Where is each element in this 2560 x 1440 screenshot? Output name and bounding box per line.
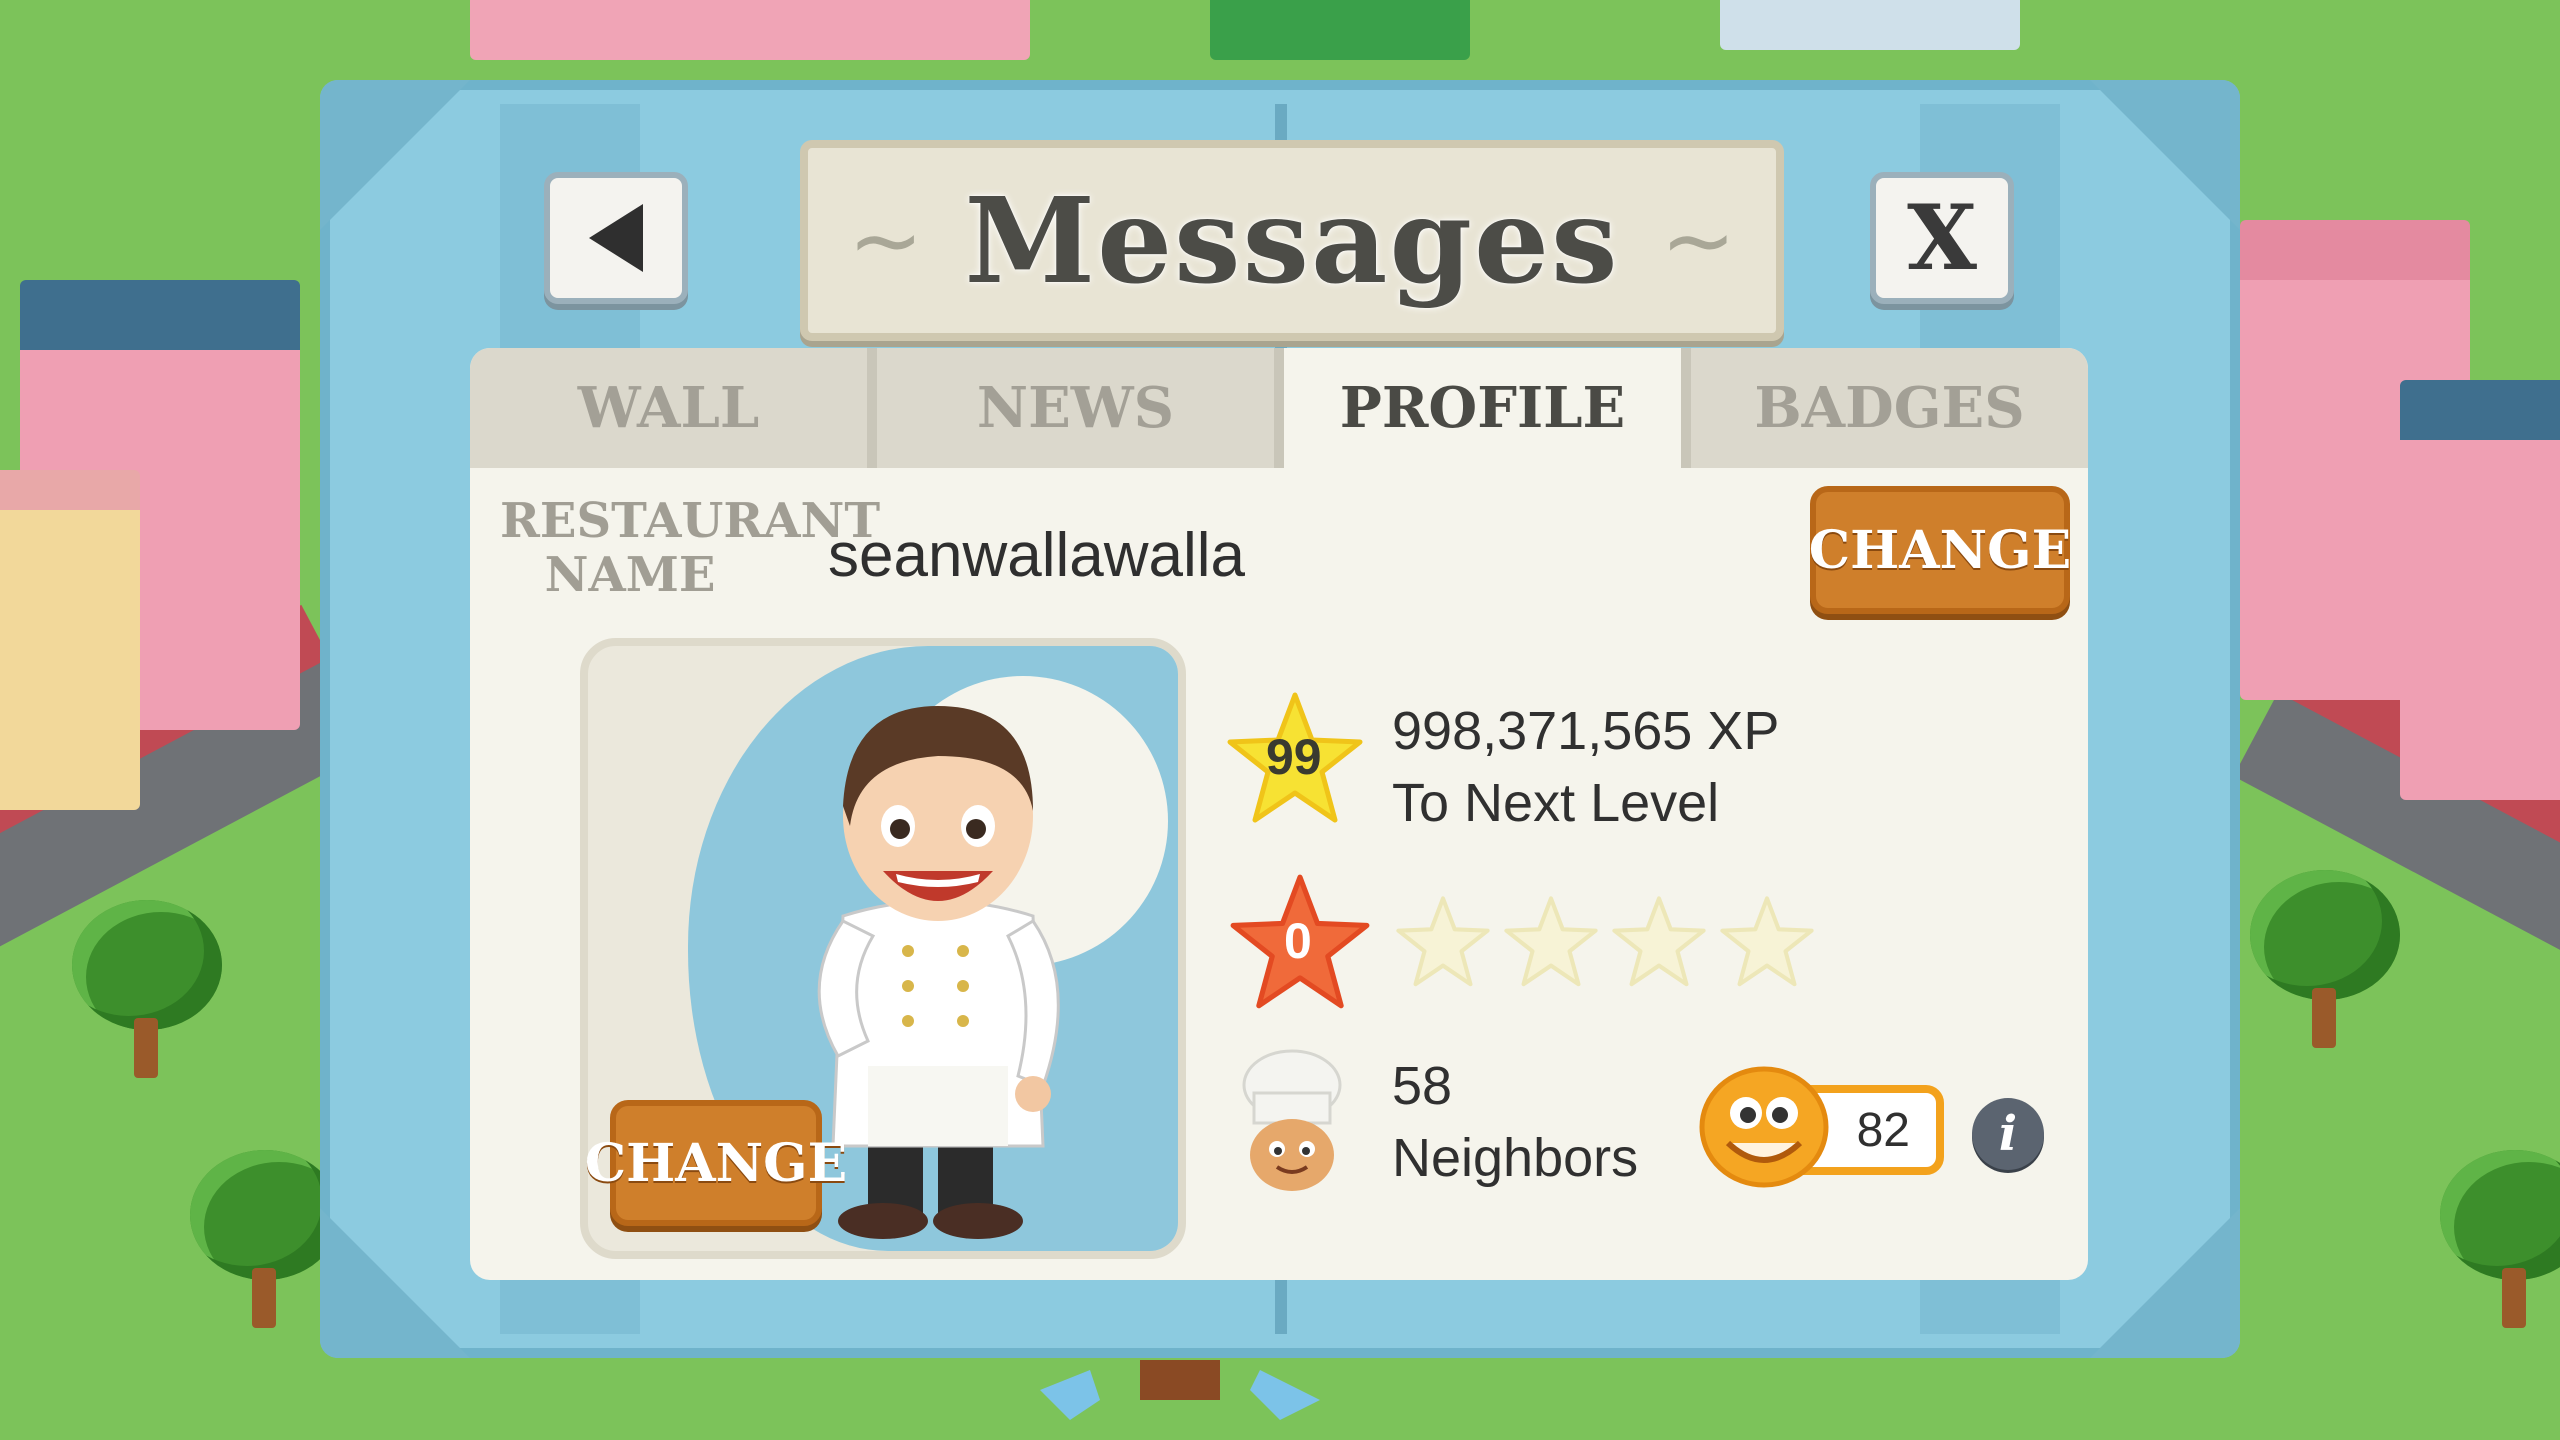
frame-corner xyxy=(2090,1208,2240,1358)
swirl-ornament-icon: ~ xyxy=(1660,188,1736,293)
neighbors-label: Neighbors xyxy=(1392,1128,1639,1188)
frame-corner xyxy=(320,1208,470,1358)
building-top-left xyxy=(470,0,1030,60)
change-name-button[interactable]: CHANGE xyxy=(1809,486,2071,614)
coin-face-icon xyxy=(1699,1066,1829,1188)
rating-stars-row xyxy=(1395,895,1815,991)
yellow-building-left xyxy=(0,470,140,810)
empty-star-icon xyxy=(1720,896,1814,987)
xp-caption: To Next Level xyxy=(1392,773,1720,833)
frame-corner xyxy=(2090,80,2240,230)
pink-building-far-right xyxy=(2400,380,2560,800)
xp-amount: 998,371,565 XP xyxy=(1392,701,1780,761)
tab-wall[interactable]: WALL xyxy=(470,348,877,468)
change-avatar-button[interactable]: CHANGE xyxy=(585,1100,847,1226)
neighbor-chef-icon xyxy=(1242,1049,1342,1191)
swirl-ornament-icon: ~ xyxy=(848,188,924,293)
tab-news[interactable]: NEWS xyxy=(877,348,1284,468)
title-plate: ~ Messages ~ xyxy=(800,140,1784,341)
back-arrow-icon xyxy=(589,204,643,272)
empty-star-icon xyxy=(1612,896,1706,987)
navigation-arrows-icon[interactable] xyxy=(1030,1360,1330,1440)
tab-bar: WALL NEWS PROFILE BADGES xyxy=(470,348,2088,468)
close-button[interactable]: X xyxy=(1870,172,2014,304)
empty-star-icon xyxy=(1396,896,1490,987)
tab-profile[interactable]: PROFILE xyxy=(1284,348,1691,468)
rating-number: 0 xyxy=(1284,913,1312,969)
neighbors-count: 58 xyxy=(1392,1056,1453,1116)
hedge-top xyxy=(1210,0,1470,60)
dialog-title: Messages xyxy=(964,171,1620,310)
empty-star-icon xyxy=(1504,896,1598,987)
frame-corner xyxy=(320,80,470,230)
level-number: 99 xyxy=(1266,729,1322,785)
tab-badges[interactable]: BADGES xyxy=(1691,348,2088,468)
back-button[interactable] xyxy=(544,172,688,304)
building-top-right xyxy=(1720,0,2020,50)
restaurant-name-label: RESTAURANT NAME xyxy=(500,493,881,603)
coin-count: 82 xyxy=(1856,1103,1910,1157)
restaurant-name-value: seanwallawalla xyxy=(828,521,1246,590)
info-button[interactable]: i xyxy=(1972,1098,2044,1170)
